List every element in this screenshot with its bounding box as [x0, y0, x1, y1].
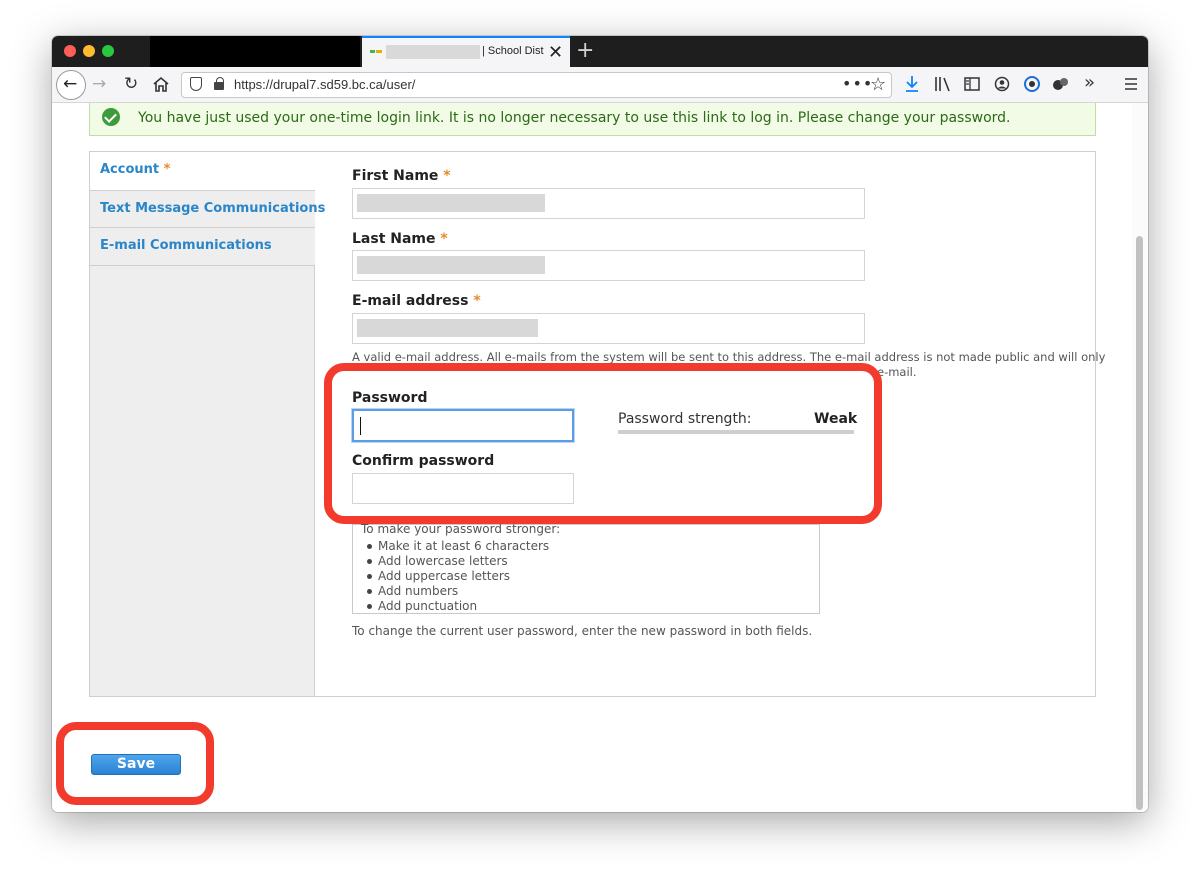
- extension-icon[interactable]: [1023, 75, 1041, 93]
- password-description: To change the current user password, ent…: [352, 624, 813, 638]
- tab-text-message-label: Text Message Communications: [100, 201, 326, 216]
- list-item: Add punctuation: [367, 599, 549, 614]
- list-item: Add lowercase letters: [367, 554, 549, 569]
- last-name-label: Last Name *: [352, 231, 448, 247]
- first-name-label: First Name *: [352, 168, 451, 184]
- close-tab-icon[interactable]: ✕: [548, 42, 563, 64]
- lock-icon[interactable]: [214, 77, 224, 90]
- tab-text-message-communications[interactable]: Text Message Communications: [90, 190, 325, 228]
- redacted-value: [357, 256, 545, 274]
- password-suggestions-list: Make it at least 6 characters Add lowerc…: [367, 539, 549, 614]
- last-name-input[interactable]: [352, 250, 865, 281]
- redacted-value: [357, 319, 538, 337]
- arrow-left-icon: ←: [63, 74, 78, 94]
- zoom-window-button[interactable]: [102, 45, 114, 57]
- url-bar[interactable]: https://drupal7.sd59.bc.ca/user/ ••• ☆: [181, 72, 892, 98]
- password-strength-label: Password strength:: [618, 411, 752, 427]
- email-input[interactable]: [352, 313, 865, 344]
- email-description-end: e-mail.: [877, 365, 917, 379]
- minimize-window-button[interactable]: [83, 45, 95, 57]
- status-message-text: You have just used your one-time login l…: [138, 110, 1011, 126]
- forward-icon[interactable]: →: [92, 74, 106, 94]
- close-window-button[interactable]: [64, 45, 76, 57]
- overflow-menu-icon[interactable]: »: [1084, 73, 1095, 93]
- redacted-value: [357, 194, 545, 212]
- list-item: Add uppercase letters: [367, 569, 549, 584]
- new-tab-icon[interactable]: +: [576, 38, 594, 64]
- url-text[interactable]: https://drupal7.sd59.bc.ca/user/: [234, 77, 415, 92]
- redacted-tab-title: [386, 45, 480, 59]
- confirm-password-label: Confirm password: [352, 453, 495, 469]
- password-suggestions-title: To make your password stronger:: [361, 522, 561, 536]
- password-strength-bar: [618, 430, 854, 434]
- back-button[interactable]: ←: [56, 70, 86, 100]
- status-message: You have just used your one-time login l…: [89, 103, 1096, 136]
- extension-icon-2[interactable]: [1052, 76, 1070, 92]
- list-item: Add numbers: [367, 584, 549, 599]
- shield-icon[interactable]: [190, 77, 202, 91]
- list-item: Make it at least 6 characters: [367, 539, 549, 554]
- scrollbar-thumb[interactable]: [1136, 236, 1143, 810]
- navigation-toolbar: ← → ↻ https://drupal7.sd59.bc.ca/user/ •…: [52, 67, 1148, 103]
- tab-title: | School Dist: [482, 45, 544, 57]
- password-label: Password: [352, 390, 428, 406]
- first-name-input[interactable]: [352, 188, 865, 219]
- download-icon[interactable]: [904, 75, 920, 93]
- home-icon[interactable]: [152, 76, 170, 93]
- favicon-icon: [370, 47, 382, 57]
- text-caret: [360, 417, 361, 435]
- check-circle-icon: [102, 108, 120, 126]
- email-label: E-mail address *: [352, 293, 481, 309]
- password-suggestions: To make your password stronger: Make it …: [352, 522, 820, 614]
- password-input[interactable]: [352, 409, 574, 442]
- account-icon[interactable]: [994, 76, 1010, 92]
- hamburger-menu-icon[interactable]: [1124, 77, 1138, 91]
- bookmark-star-icon[interactable]: ☆: [870, 74, 886, 95]
- library-icon[interactable]: [934, 76, 952, 92]
- tab-inactive[interactable]: ✕: [150, 36, 449, 67]
- user-edit-form: Account * Text Message Communications E-…: [89, 151, 1105, 697]
- tab-account-label: Account *: [100, 162, 171, 177]
- password-strength-value: Weak: [814, 411, 858, 427]
- browser-window: ✕ | School Dist ✕ + ← → ↻ https://drupal…: [52, 36, 1148, 812]
- email-description: A valid e-mail address. All e-mails from…: [352, 350, 1106, 364]
- tab-email-communications-label: E-mail Communications: [100, 238, 272, 253]
- confirm-password-input[interactable]: [352, 473, 574, 504]
- save-button[interactable]: Save: [91, 754, 181, 775]
- tab-active[interactable]: | School Dist ✕: [362, 36, 570, 67]
- vertical-tabs: Account * Text Message Communications E-…: [90, 152, 325, 696]
- page-actions-icon[interactable]: •••: [842, 74, 873, 93]
- tab-email-communications[interactable]: E-mail Communications: [90, 228, 315, 266]
- tab-bar: ✕ | School Dist ✕ +: [52, 36, 1148, 67]
- reload-icon[interactable]: ↻: [124, 74, 138, 94]
- tab-account[interactable]: Account *: [90, 152, 316, 190]
- sidebar-icon[interactable]: [964, 76, 980, 92]
